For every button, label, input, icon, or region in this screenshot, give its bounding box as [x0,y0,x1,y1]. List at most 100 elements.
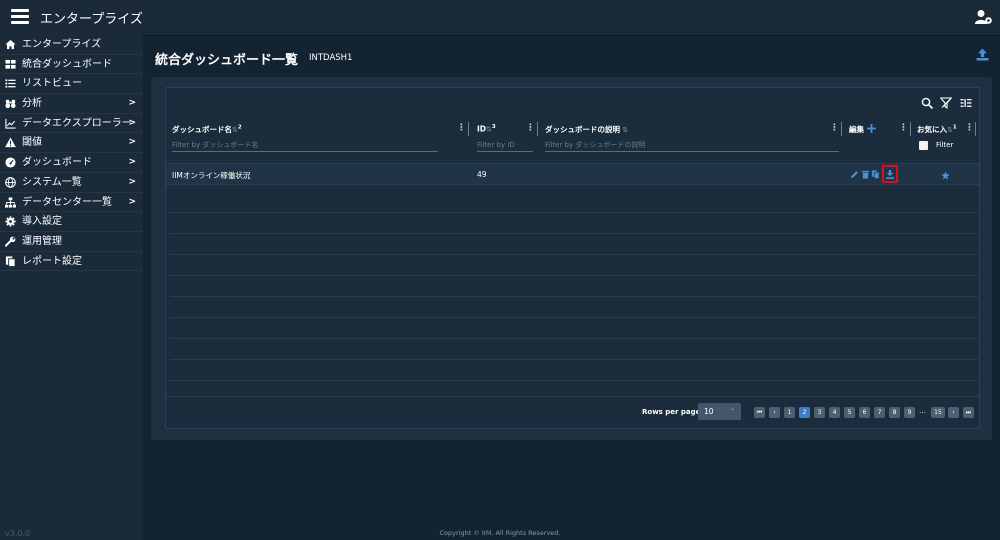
sidebar-item-label: 導入設定 [22,216,62,228]
sidebar-item-label: エンタープライズ [22,39,102,50]
sidebar-item-list-view[interactable]: リストビュー [0,74,143,95]
first-page-button[interactable]: ⏮ [754,407,765,418]
add-icon[interactable] [867,124,876,133]
sort-rank-badge: 2 [237,124,242,131]
page-button[interactable]: 5 [844,407,855,418]
sidebar-item-label: 分析 [22,98,42,110]
column-resizer[interactable] [910,122,911,136]
sidebar-item-label: データエクスプローラー [22,117,132,129]
sidebar-item-report-settings[interactable]: レポート設定 [0,252,143,272]
sitemap-icon [5,196,16,208]
name-filter-input[interactable]: Filter by ダッシュボード名 [172,139,438,152]
sort-icon[interactable]: ⇅ [620,126,628,134]
app-title: エンタープライズ [40,12,143,27]
download-button[interactable] [882,165,898,183]
sidebar-item-datacenter-list[interactable]: データセンター一覧 > [0,193,143,213]
column-menu-icon[interactable]: ⋮ [457,123,466,133]
last-page-button[interactable]: ⏭ [963,407,974,418]
hamburger-menu-icon[interactable] [11,9,29,25]
upload-icon[interactable] [976,48,989,61]
sidebar-item-dashboard[interactable]: ダッシュボード > [0,153,143,173]
user-settings-icon[interactable] [975,9,993,25]
row-divider [170,212,978,213]
chevron-right-icon: > [128,98,136,109]
row-divider [170,338,978,339]
sidebar-item-enterprise[interactable]: エンタープライズ [0,35,143,55]
sort-rank-badge: 3 [491,124,496,130]
page-button[interactable]: 1 [784,407,795,418]
column-resizer[interactable] [975,122,976,136]
sidebar: エンタープライズ 統合ダッシュボード リストビュー 分析 > データエクスプロー… [0,35,143,540]
column-menu-icon[interactable]: ⋮ [830,123,839,133]
table-row[interactable]: IIMオンライン稼働状況 49 [166,163,979,185]
clear-filter-icon[interactable] [940,97,952,109]
column-header-label: ダッシュボード名 [172,125,232,134]
sidebar-item-operations[interactable]: 運用管理 [0,232,143,252]
page-button-last-number[interactable]: 15 [931,407,945,418]
sidebar-item-threshold[interactable]: 閾値 > [0,133,143,154]
column-resizer[interactable] [468,122,469,136]
page-button[interactable]: 8 [889,407,900,418]
favorite-filter-label: Filter [936,141,954,149]
page-button[interactable]: 7 [874,407,885,418]
favorite-filter-checkbox[interactable] [919,141,928,150]
page-button-current[interactable]: 2 [799,407,810,418]
column-header-name[interactable]: ダッシュボード名⇅2 [172,124,242,135]
next-page-button[interactable]: › [948,407,959,418]
chart-line-icon [5,118,16,129]
sidebar-item-label: ダッシュボード [22,157,92,169]
prev-page-button[interactable]: ‹ [769,407,780,418]
top-bar: エンタープライズ [0,0,1000,36]
chevron-right-icon: > [128,117,136,128]
page-button[interactable]: 4 [829,407,840,418]
row-divider [170,296,978,297]
column-toggle-icon[interactable] [960,97,972,109]
column-header-label: ID [477,124,487,134]
search-icon[interactable] [921,97,933,109]
row-divider [170,359,978,360]
column-menu-icon[interactable]: ⋮ [526,123,535,133]
column-header-description[interactable]: ダッシュボードの説明 ⇅ [545,124,628,135]
sidebar-item-label: リストビュー [22,78,82,90]
copyright-text: Copyright © IIM. All Rights Reserved. [439,529,561,537]
favorite-star-icon[interactable] [941,171,950,180]
id-filter-input[interactable]: Filter by ID [477,139,533,152]
copy-icon[interactable] [871,170,880,179]
main-content: 統合ダッシュボード一覧 INTDASH1 ダッシュボード名⇅2 ⋮ ID⇅3 ⋮… [143,35,1000,540]
list-icon [5,79,16,88]
sidebar-item-system-list[interactable]: システム一覧 > [0,173,143,193]
page-button[interactable]: 9 [904,407,915,418]
sidebar-item-analysis[interactable]: 分析 > [0,94,143,114]
sidebar-item-label: 閾値 [22,137,42,149]
column-header-favorite[interactable]: お気に入⇅1 [917,124,957,135]
sidebar-item-data-explorer[interactable]: データエクスプローラー > [0,114,143,134]
description-filter-input[interactable]: Filter by ダッシュボードの説明 [545,139,839,152]
rows-per-page-select[interactable]: 10 ⌃ [698,403,741,420]
chevron-updown-icon: ⌃ [729,408,735,415]
row-divider [170,254,978,255]
column-resizer[interactable] [841,122,842,136]
column-menu-icon[interactable]: ⋮ [965,123,974,133]
column-menu-icon[interactable]: ⋮ [899,123,908,133]
sidebar-item-integrated-dashboard[interactable]: 統合ダッシュボード [0,55,143,75]
page-button[interactable]: 3 [814,407,825,418]
sidebar-item-label: 統合ダッシュボード [22,58,112,70]
warning-icon [5,137,16,148]
edit-pencil-icon[interactable] [850,170,859,179]
row-divider [170,233,978,234]
column-header-label: 編集 [849,125,864,134]
chevron-right-icon: > [128,137,136,148]
page-title: 統合ダッシュボード一覧 [155,53,299,68]
pagination-bar: Rows per page 10 ⌃ ⏮ ‹ 1 2 3 4 5 6 7 8 9… [166,396,979,429]
column-header-label: ダッシュボードの説明 [545,125,620,134]
page-button[interactable]: 6 [859,407,870,418]
delete-trash-icon[interactable] [861,170,870,179]
chevron-right-icon: > [128,196,136,207]
download-icon [886,170,894,179]
chevron-right-icon: > [128,176,136,187]
sidebar-item-install-settings[interactable]: 導入設定 [0,212,143,232]
copy-icon [5,256,16,267]
column-header-id[interactable]: ID⇅3 [477,124,496,134]
binoculars-icon [5,99,16,109]
column-resizer[interactable] [537,122,538,136]
